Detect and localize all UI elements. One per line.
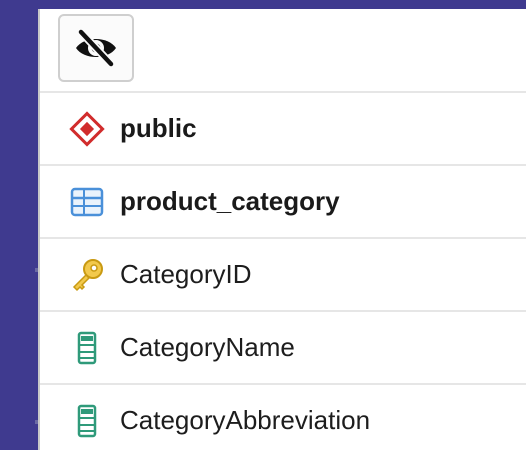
tree-item-column-categoryname[interactable]: CategoryName — [40, 312, 526, 385]
tree-item-table-product-category[interactable]: product_category — [40, 166, 526, 239]
tree-item-label: CategoryName — [120, 332, 295, 362]
hide-show-toggle-button[interactable] — [58, 14, 134, 82]
app-background: public product_category CategoryID Categ… — [0, 0, 526, 450]
object-tree-panel: public product_category CategoryID Categ… — [38, 9, 526, 450]
table-grid-icon — [68, 183, 106, 221]
tree-item-column-categoryabbreviation[interactable]: CategoryAbbreviation — [40, 385, 526, 450]
schema-diamond-icon — [68, 110, 106, 148]
tree-item-schema-public[interactable]: public — [40, 93, 526, 166]
column-icon — [68, 402, 106, 440]
tree-toolbar — [40, 9, 526, 93]
tree-item-label: CategoryID — [120, 259, 252, 289]
tree-item-column-categoryid[interactable]: CategoryID — [40, 239, 526, 312]
primary-key-icon — [68, 256, 106, 294]
column-icon — [68, 329, 106, 367]
tree-item-label: product_category — [120, 186, 340, 216]
eye-slash-icon — [72, 28, 120, 68]
tree-item-label: public — [120, 113, 197, 143]
tree-item-label: CategoryAbbreviation — [120, 405, 371, 435]
